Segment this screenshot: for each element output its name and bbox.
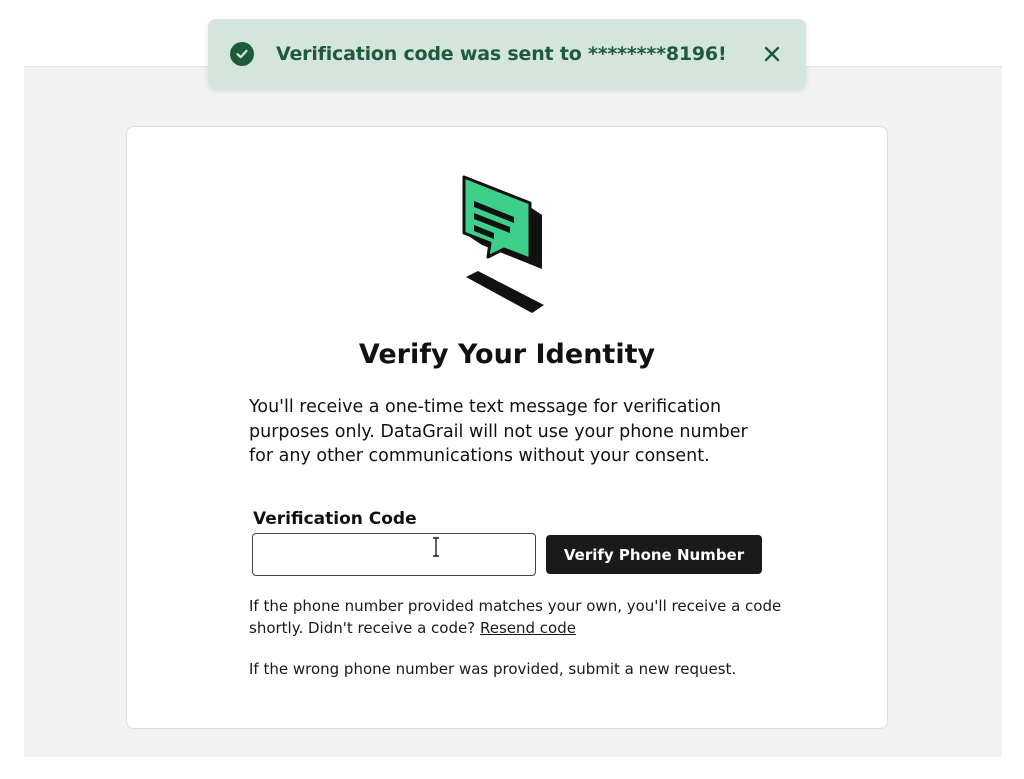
verify-identity-card: Verify Your Identity You'll receive a on… [126,126,888,729]
verification-code-input[interactable] [252,533,536,576]
resend-code-link[interactable]: Resend code [480,619,576,637]
toast-message: Verification code was sent to ********81… [276,43,727,65]
verification-description: You'll receive a one-time text message f… [249,397,748,466]
success-toast: Verification code was sent to ********81… [208,19,806,89]
verification-code-label: Verification Code [253,509,417,529]
close-icon[interactable] [760,42,784,66]
check-circle-icon [230,42,254,66]
verify-phone-number-button[interactable]: Verify Phone Number [546,535,762,574]
chat-bubble-icon [462,175,544,313]
wrong-number-help-text: If the wrong phone number was provided, … [249,660,737,678]
resend-help-text: If the phone number provided matches you… [249,595,789,639]
page-title: Verify Your Identity [358,339,656,370]
